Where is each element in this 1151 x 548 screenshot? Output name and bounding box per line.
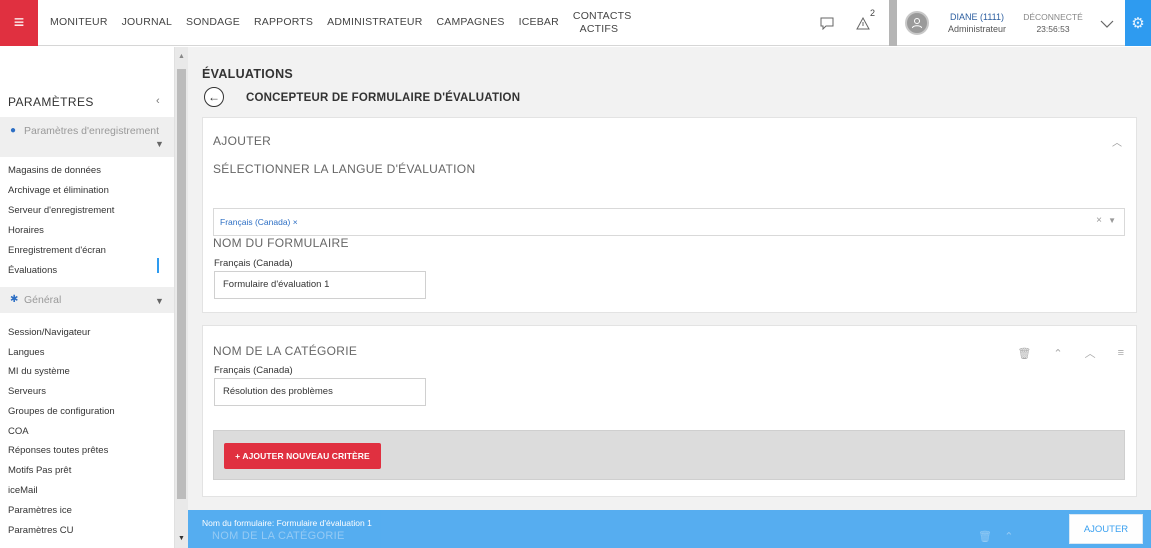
alert-count: 2: [869, 8, 875, 18]
sidebar-item-parametres-cu[interactable]: Paramètres CU: [8, 525, 73, 536]
user-area[interactable]: DIANE (1111) Administrateur DÉCONNECTÉ 2…: [897, 0, 1125, 46]
scroll-thumb[interactable]: [177, 69, 186, 499]
logout-status: DÉCONNECTÉ 23:56:53: [1017, 11, 1089, 35]
top-right-area: 2 DIANE (1111) Administrateur DÉCONNECTÉ…: [809, 0, 1151, 46]
criteria-area: + AJOUTER NOUVEAU CRITÈRE: [213, 430, 1125, 480]
add-heading: AJOUTER: [213, 134, 272, 148]
trash-icon[interactable]: 🗑: [1017, 347, 1031, 360]
sidebar-item-evaluations[interactable]: Évaluations: [8, 265, 57, 276]
main-content: ÉVALUATIONS ← CONCEPTEUR DE FORMULAIRE D…: [188, 47, 1151, 548]
section-recording-settings[interactable]: ● Paramètres d'enregistrement ▼: [0, 117, 174, 157]
section-general[interactable]: ✱ Général ▼: [0, 287, 174, 313]
sidebar-item-enregistrement-ecran[interactable]: Enregistrement d'écran: [8, 245, 106, 256]
page-subtitle: CONCEPTEUR DE FORMULAIRE D'ÉVALUATION: [246, 92, 521, 104]
chevron-up-icon[interactable]: ︿: [1085, 345, 1096, 361]
category-lang-label: Français (Canada): [214, 365, 293, 376]
user-role: Administrateur: [947, 24, 1007, 34]
logout-time: 23:56:53: [1036, 24, 1070, 34]
sidebar-item-archivage[interactable]: Archivage et élimination: [8, 185, 109, 196]
top-bar: ≡ MONITEUR JOURNAL SONDAGE RAPPORTS ADMI…: [0, 0, 1151, 46]
sidebar-item-serveur-enregistrement[interactable]: Serveur d'enregistrement: [8, 205, 114, 216]
sidebar-scrollbar[interactable]: ▲ ▼: [175, 47, 188, 548]
sidebar-item-coa[interactable]: COA: [8, 426, 29, 437]
language-select[interactable]: Français (Canada) × × ▼: [213, 208, 1125, 236]
nav-rapports[interactable]: RAPPORTS: [254, 16, 313, 29]
gear-small-icon: ✱: [10, 294, 19, 305]
bottom-bar: Nom du formulaire: Formulaire d'évaluati…: [188, 510, 1151, 548]
bottom-form-name: Nom du formulaire: Formulaire d'évaluati…: [202, 518, 372, 528]
sidebar-item-parametres-ice[interactable]: Paramètres ice: [8, 505, 72, 516]
sidebar-item-groupes[interactable]: Groupes de configuration: [8, 406, 115, 417]
sidebar-item-session[interactable]: Session/Navigateur: [8, 327, 90, 338]
section-general-label: Général: [24, 294, 62, 306]
main-nav: MONITEUR JOURNAL SONDAGE RAPPORTS ADMINI…: [50, 0, 639, 46]
category-panel: NOM DE LA CATÉGORIE 🗑 ⌃ ︿ ≡ Français (Ca…: [202, 325, 1137, 497]
separator: [889, 0, 897, 46]
ghost-tool-icons: 🗑 ⌃: [978, 531, 1014, 543]
nav-sondage[interactable]: SONDAGE: [186, 16, 240, 29]
hamburger-menu-icon[interactable]: ≡: [0, 0, 38, 46]
nav-administrateur[interactable]: ADMINISTRATEUR: [327, 16, 422, 29]
add-criterion-button[interactable]: + AJOUTER NOUVEAU CRITÈRE: [224, 443, 381, 469]
ghost-category-heading: NOM DE LA CATÉGORIE: [212, 530, 345, 542]
section-recording-label: Paramètres d'enregistrement: [24, 125, 160, 137]
language-tag[interactable]: Français (Canada) ×: [220, 217, 298, 227]
chevron-down-icon[interactable]: [1089, 15, 1125, 31]
gear-icon[interactable]: ⚙: [1125, 0, 1151, 46]
form-lang-label: Français (Canada): [214, 258, 293, 269]
avatar: [905, 11, 929, 35]
sidebar-item-motifs[interactable]: Motifs Pas prêt: [8, 465, 71, 476]
sidebar-collapse-icon[interactable]: ‹: [156, 95, 160, 107]
section-general-chevron-icon: ▼: [155, 296, 164, 306]
sidebar-item-serveurs[interactable]: Serveurs: [8, 386, 46, 397]
sidebar-item-icemail[interactable]: iceMail: [8, 485, 38, 496]
form-name-input[interactable]: Formulaire d'évaluation 1: [214, 271, 426, 299]
move-top-icon[interactable]: ⌃: [1053, 347, 1062, 360]
user-info: DIANE (1111) Administrateur: [941, 11, 1013, 35]
chat-icon[interactable]: [809, 0, 845, 46]
back-arrow-icon[interactable]: ←: [204, 87, 224, 107]
form-name-heading: NOM DU FORMULAIRE: [213, 236, 349, 250]
scroll-down-icon[interactable]: ▼: [178, 535, 185, 542]
sidebar-item-magasins[interactable]: Magasins de données: [8, 165, 101, 176]
section-chevron-down-icon: ▼: [155, 139, 164, 149]
sidebar-title: PARAMÈTRES: [8, 95, 94, 109]
caret-down-icon[interactable]: ▼: [1108, 216, 1116, 225]
category-tools: 🗑 ⌃ ︿ ≡: [995, 345, 1124, 361]
sidebar-item-reponses[interactable]: Réponses toutes prêtes: [8, 445, 108, 456]
nav-contacts-line1: CONTACTS: [572, 9, 632, 22]
sidebar-item-mi-systeme[interactable]: MI du système: [8, 366, 70, 377]
sidebar: PARAMÈTRES ‹ ● Paramètres d'enregistreme…: [0, 47, 175, 548]
add-button[interactable]: AJOUTER: [1069, 514, 1143, 544]
play-circle-icon: ●: [10, 125, 17, 136]
nav-contacts-actifs[interactable]: CONTACTS ACTIFS: [572, 9, 632, 36]
lang-heading: SÉLECTIONNER LA LANGUE D'ÉVALUATION: [213, 162, 476, 176]
active-indicator: [157, 258, 159, 273]
nav-icebar[interactable]: ICEBAR: [519, 16, 559, 29]
nav-moniteur[interactable]: MONITEUR: [50, 16, 108, 29]
user-name: DIANE (1111): [949, 12, 1005, 22]
add-panel: AJOUTER ︿ SÉLECTIONNER LA LANGUE D'ÉVALU…: [202, 117, 1137, 313]
category-heading: NOM DE LA CATÉGORIE: [213, 344, 358, 358]
sidebar-item-langues[interactable]: Langues: [8, 347, 44, 358]
scroll-up-icon[interactable]: ▲: [178, 53, 185, 60]
nav-journal[interactable]: JOURNAL: [122, 16, 172, 29]
nav-contacts-line2: ACTIFS: [579, 22, 619, 35]
category-name-input[interactable]: Résolution des problèmes: [214, 378, 426, 406]
chevron-up-icon[interactable]: ︿: [1112, 134, 1122, 149]
logout-label: DÉCONNECTÉ: [1023, 12, 1083, 22]
clear-icon[interactable]: ×: [1096, 215, 1102, 226]
nav-campagnes[interactable]: CAMPAGNES: [436, 16, 504, 29]
drag-handle-icon[interactable]: ≡: [1118, 347, 1124, 359]
sidebar-item-horaires[interactable]: Horaires: [8, 225, 44, 236]
page-title: ÉVALUATIONS: [202, 67, 294, 81]
alert-icon[interactable]: 2: [845, 0, 881, 46]
